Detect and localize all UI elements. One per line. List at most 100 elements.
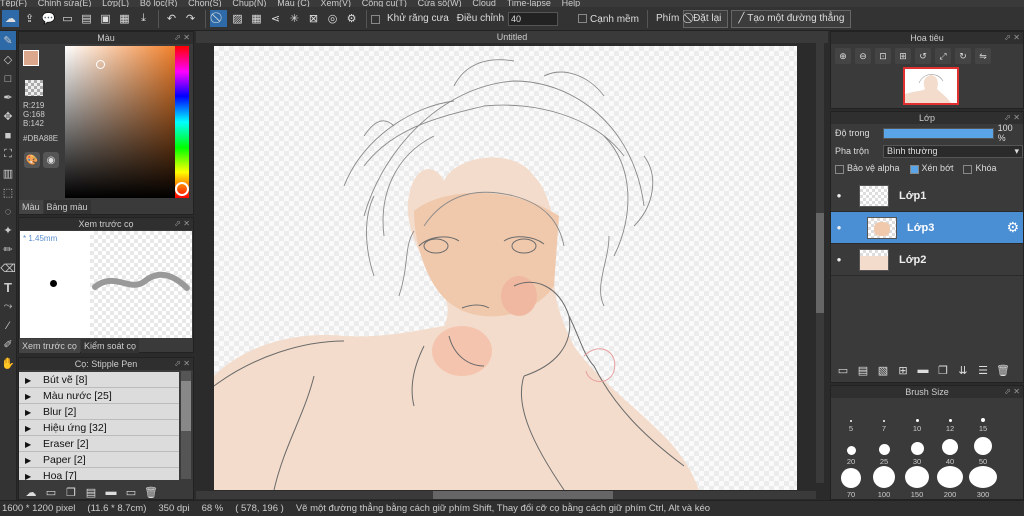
perspective-snap-icon[interactable]: ⋖: [267, 10, 284, 27]
magic-wand-icon[interactable]: ✦: [0, 221, 16, 240]
menu-cloud[interactable]: Cloud: [472, 0, 496, 7]
ruler-icon[interactable]: ✐: [0, 335, 16, 354]
grid-snap-icon[interactable]: ▦: [248, 10, 265, 27]
brush-size-cell[interactable]: 150: [901, 466, 933, 499]
rotate-left-icon[interactable]: ↺: [915, 48, 931, 64]
antialias-checkbox[interactable]: [371, 15, 380, 24]
panel-pin-icon[interactable]: ⬀ ✕: [1004, 112, 1020, 124]
rotate-right-icon[interactable]: ↻: [955, 48, 971, 64]
brush-size-cell[interactable]: 5: [835, 400, 867, 433]
scroll-thumb[interactable]: [181, 381, 191, 431]
straight-line-button[interactable]: ╱ Tạo một đường thẳng: [731, 9, 852, 28]
menu-capture[interactable]: Chụp(N): [232, 0, 266, 7]
brush-size-cell[interactable]: 20: [835, 433, 867, 466]
save-icon[interactable]: ▦: [116, 10, 133, 27]
gear-icon[interactable]: ⚙: [1006, 219, 1019, 236]
bucket-icon[interactable]: ⛶: [0, 145, 16, 164]
brush-size-cell[interactable]: 70: [835, 466, 867, 499]
tab-palette[interactable]: Bảng màu: [43, 200, 91, 214]
brush-group[interactable]: ▶ Hoạ [7]: [19, 468, 179, 480]
cloud-icon[interactable]: ☁: [2, 10, 19, 27]
drawing-canvas[interactable]: [214, 46, 797, 490]
brush-group[interactable]: ▶ Hiệu ứng [32]: [19, 420, 179, 436]
parallel-snap-icon[interactable]: ▨: [229, 10, 246, 27]
menu-tools[interactable]: Công cụ(T): [362, 0, 407, 7]
tab-brush-control[interactable]: Kiểm soát cọ: [80, 339, 139, 353]
copy-brush-icon[interactable]: ❐: [63, 484, 79, 500]
curve-snap-icon[interactable]: ⚙: [343, 10, 360, 27]
merge-layer-icon[interactable]: ⇊: [955, 362, 971, 378]
brush-group[interactable]: ▶ Màu nước [25]: [19, 388, 179, 404]
move-tool-icon[interactable]: ✥: [0, 107, 16, 126]
menu-layer[interactable]: Lớp(L): [102, 0, 129, 7]
select-eraser-icon[interactable]: ⌫: [0, 259, 16, 278]
panel-pin-icon[interactable]: ⬀ ✕: [174, 358, 190, 370]
add-layer-menu-icon[interactable]: ⊞: [895, 362, 911, 378]
brush-size-cell[interactable]: 10: [901, 400, 933, 433]
color-cursor[interactable]: [96, 60, 105, 69]
flip-icon[interactable]: ⇋: [975, 48, 991, 64]
actual-size-icon[interactable]: ⊞: [895, 48, 911, 64]
blend-mode-select[interactable]: Bình thường ▾: [883, 144, 1023, 158]
saturation-value-picker[interactable]: [65, 46, 189, 198]
panel-pin-icon[interactable]: ⬀ ✕: [1004, 32, 1020, 44]
menu-view[interactable]: Xem(V): [321, 0, 352, 7]
snap-off-icon[interactable]: ⃠: [210, 10, 227, 27]
alpha-protect-checkbox[interactable]: [835, 164, 844, 174]
palette-icon[interactable]: 🎨: [24, 152, 40, 168]
undo-icon[interactable]: ↶: [163, 10, 180, 27]
color-picker-icon[interactable]: ◉: [43, 152, 59, 168]
brush-size-cell[interactable]: 15: [967, 400, 999, 433]
trash-icon[interactable]: 🗑: [143, 484, 159, 500]
text-tool-icon[interactable]: T: [0, 278, 16, 297]
scroll-thumb[interactable]: [816, 213, 824, 313]
brush-group[interactable]: ▶ Bút vẽ [8]: [19, 372, 179, 388]
layer-row-selected[interactable]: ● Lớp3 ⚙: [831, 212, 1023, 244]
clip-checkbox[interactable]: [909, 164, 919, 174]
scroll-thumb[interactable]: [433, 491, 613, 499]
brush-size-cell[interactable]: 100: [868, 466, 900, 499]
new-layer-icon[interactable]: ▭: [835, 362, 851, 378]
brush-size-cell[interactable]: 25: [868, 433, 900, 466]
new-raster-icon[interactable]: ▤: [855, 362, 871, 378]
cloud-download-icon[interactable]: ☁: [23, 484, 39, 500]
brush-size-cell[interactable]: 300: [967, 466, 999, 499]
edge-checkbox[interactable]: [578, 13, 588, 23]
chat-icon[interactable]: 💬: [40, 10, 57, 27]
layer-menu-icon[interactable]: ☰: [975, 362, 991, 378]
visibility-icon[interactable]: ●: [831, 255, 847, 264]
brush-list-scrollbar[interactable]: [181, 371, 191, 479]
divide-tool-icon[interactable]: ⤳: [0, 297, 16, 316]
new-folder-icon[interactable]: ▬: [915, 362, 931, 378]
open-icon[interactable]: ▣: [97, 10, 114, 27]
eraser-tool-icon[interactable]: ◇: [0, 50, 16, 69]
menu-filter[interactable]: Bộ lọc(R): [140, 0, 178, 7]
delete-layer-icon[interactable]: 🗑: [995, 362, 1011, 378]
menu-timelapse[interactable]: Time-lapse: [507, 0, 551, 7]
brush-tool-icon[interactable]: ✎: [0, 31, 16, 50]
foreground-color-swatch[interactable]: [23, 50, 39, 66]
hand-tool-icon[interactable]: ✋: [0, 354, 16, 373]
brush-size-cell[interactable]: 40: [934, 433, 966, 466]
brush-settings-icon[interactable]: ▤: [83, 484, 99, 500]
lasso-icon[interactable]: ◌: [0, 202, 16, 221]
lock-checkbox[interactable]: [963, 164, 973, 174]
brush-group[interactable]: ▶ Paper [2]: [19, 452, 179, 468]
zoom-out-icon[interactable]: ⊖: [855, 48, 871, 64]
tab-brush-preview[interactable]: Xem trước cọ: [19, 339, 80, 353]
brush-size-cell[interactable]: 12: [934, 400, 966, 433]
menu-help[interactable]: Help: [562, 0, 581, 7]
menu-window[interactable]: Cửa sổ(W): [418, 0, 462, 7]
menu-select[interactable]: Chọn(S): [188, 0, 222, 7]
menu-edit[interactable]: Chỉnh sửa(E): [38, 0, 92, 7]
rect-select-icon[interactable]: □: [0, 69, 16, 88]
eyedropper-icon[interactable]: ⁄: [0, 316, 16, 335]
tab-color[interactable]: Màu: [19, 200, 43, 214]
circle-snap-icon[interactable]: ◎: [324, 10, 341, 27]
panel-pin-icon[interactable]: ⬀ ✕: [174, 218, 190, 230]
new-brush-icon[interactable]: ▭: [43, 484, 59, 500]
panel-pin-icon[interactable]: ⬀ ✕: [174, 32, 190, 44]
duplicate-layer-icon[interactable]: ❐: [935, 362, 951, 378]
new-halftone-icon[interactable]: ▧: [875, 362, 891, 378]
zoom-fit-icon[interactable]: ⊡: [875, 48, 891, 64]
